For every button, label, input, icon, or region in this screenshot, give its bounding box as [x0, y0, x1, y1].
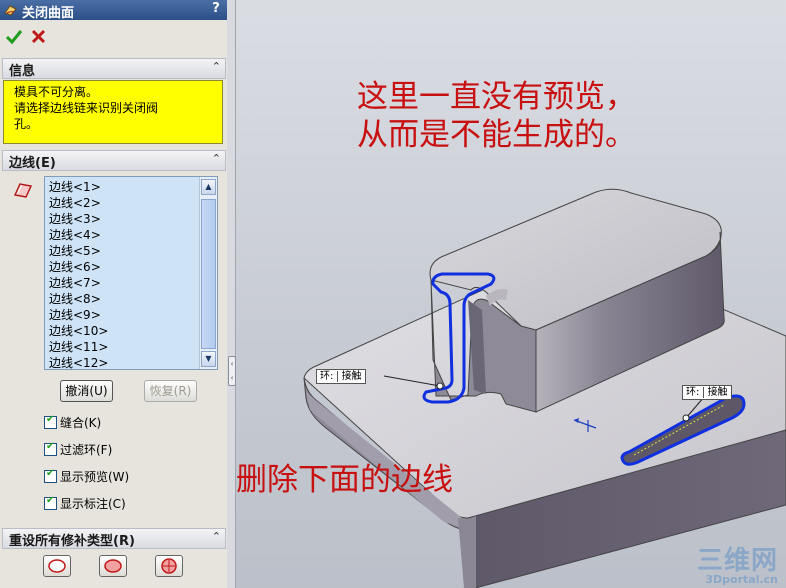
property-manager-panel: 关闭曲面 ? 信息 ⌃ 模具不可分离。 请选择边线链来识别关闭阀 孔。 边线(E… — [0, 0, 228, 588]
checkbox-icon[interactable] — [44, 495, 57, 510]
help-button[interactable]: ? — [209, 1, 223, 17]
callout-point-right — [682, 414, 690, 422]
info-message-box: 模具不可分离。 请选择边线链来识别关闭阀 孔。 — [3, 80, 223, 144]
checkbox-icon[interactable] — [44, 468, 57, 483]
graphics-viewport[interactable]: 这里一直没有预览， 从而是不能生成的。 删除下面的边线 环: 接触 环: 接触 … — [236, 0, 786, 588]
info-line-1: 模具不可分离。 — [14, 85, 99, 99]
list-item[interactable]: 边线<12> — [49, 355, 108, 369]
list-item[interactable]: 边线<7> — [49, 275, 108, 291]
info-section-header[interactable]: 信息 ⌃ — [2, 58, 226, 79]
ok-check-icon[interactable] — [4, 27, 24, 47]
list-item[interactable]: 边线<5> — [49, 243, 108, 259]
info-section-label: 信息 — [9, 64, 36, 79]
annotation-bottom: 删除下面的边线 — [236, 462, 453, 498]
edge-selection-list[interactable]: 边线<1> 边线<2> 边线<3> 边线<4> 边线<5> 边线<6> 边线<7… — [44, 176, 218, 370]
annotation-top: 这里一直没有预览， 从而是不能生成的。 — [357, 78, 636, 154]
checkbox-label: 过滤环(F) — [60, 443, 113, 457]
list-item[interactable]: 边线<3> — [49, 211, 108, 227]
panel-title: 关闭曲面 — [22, 6, 75, 21]
ellipse-outline-icon — [48, 559, 66, 573]
reset-section-header[interactable]: 重设所有修补类型(R) ⌃ — [2, 528, 226, 549]
checkbox-label: 缝合(K) — [60, 416, 102, 430]
collapse-chevron-icon[interactable]: ⌃ — [212, 60, 221, 73]
close-surface-feature-icon — [4, 5, 17, 16]
base-corner-fillet — [458, 516, 476, 588]
watermark-title: 三维网 — [696, 546, 778, 576]
callout-type-label[interactable]: 接触 — [702, 387, 728, 398]
patch-type-tangent-button[interactable] — [99, 555, 127, 577]
list-item[interactable]: 边线<1> — [49, 179, 108, 195]
watermark-logo: 三维网 3Dportal.cn — [697, 548, 778, 586]
scroll-up-icon[interactable]: ▲ — [201, 179, 216, 195]
watermark-url: 3Dportal.cn — [705, 573, 778, 586]
edges-section-header[interactable]: 边线(E) ⌃ — [2, 150, 226, 171]
callout-type-label[interactable]: 接触 — [336, 371, 362, 382]
checkbox-icon[interactable] — [44, 414, 57, 429]
list-item[interactable]: 边线<8> — [49, 291, 108, 307]
list-item[interactable]: 边线<4> — [49, 227, 108, 243]
annotation-top-line-2: 从而是不能生成的。 — [357, 117, 636, 153]
ellipse-filled-icon — [104, 559, 122, 573]
edge-selection-icon — [13, 183, 33, 198]
callout-point-left — [436, 382, 444, 390]
list-item[interactable]: 边线<11> — [49, 339, 108, 355]
undo-button[interactable]: 撤消(U) — [60, 380, 113, 402]
sphere-crossed-icon — [161, 558, 177, 574]
checkbox-label: 显示标注(C) — [60, 497, 126, 511]
reset-section-label: 重设所有修补类型(R) — [9, 534, 135, 549]
list-scrollbar[interactable]: ▲ ▼ — [199, 177, 217, 369]
annotation-top-line-1: 这里一直没有预览， — [357, 79, 636, 115]
redo-button[interactable]: 恢复(R) — [144, 380, 197, 402]
patch-type-no-fill-button[interactable] — [155, 555, 183, 577]
edges-section-label: 边线(E) — [9, 156, 56, 171]
list-item[interactable]: 边线<6> — [49, 259, 108, 275]
callout-loop-label: 环: — [320, 371, 334, 382]
scroll-down-icon[interactable]: ▼ — [201, 351, 216, 367]
info-line-2: 请选择边线链来识别关闭阀 — [14, 101, 159, 115]
list-item[interactable]: 边线<10> — [49, 323, 108, 339]
loop-callout-left[interactable]: 环: 接触 — [316, 369, 366, 384]
checkbox-label: 显示预览(W) — [60, 470, 130, 484]
callout-loop-label: 环: — [686, 387, 700, 398]
collapse-chevron-icon[interactable]: ⌃ — [212, 530, 221, 543]
cancel-x-icon[interactable] — [29, 27, 49, 47]
scroll-thumb[interactable] — [201, 199, 216, 349]
list-item[interactable]: 边线<9> — [49, 307, 108, 323]
patch-type-contact-button[interactable] — [43, 555, 71, 577]
checkbox-icon[interactable] — [44, 441, 57, 456]
loop-callout-right[interactable]: 环: 接触 — [682, 385, 732, 400]
info-line-3: 孔。 — [14, 117, 39, 131]
collapse-chevron-icon[interactable]: ⌃ — [212, 152, 221, 165]
panel-titlebar: 关闭曲面 ? — [0, 0, 227, 21]
panel-splitter[interactable]: ‹ ‹ — [227, 0, 236, 588]
list-item[interactable]: 边线<2> — [49, 195, 108, 211]
collapse-arrow-icon[interactable]: ‹ ‹ — [228, 356, 236, 386]
